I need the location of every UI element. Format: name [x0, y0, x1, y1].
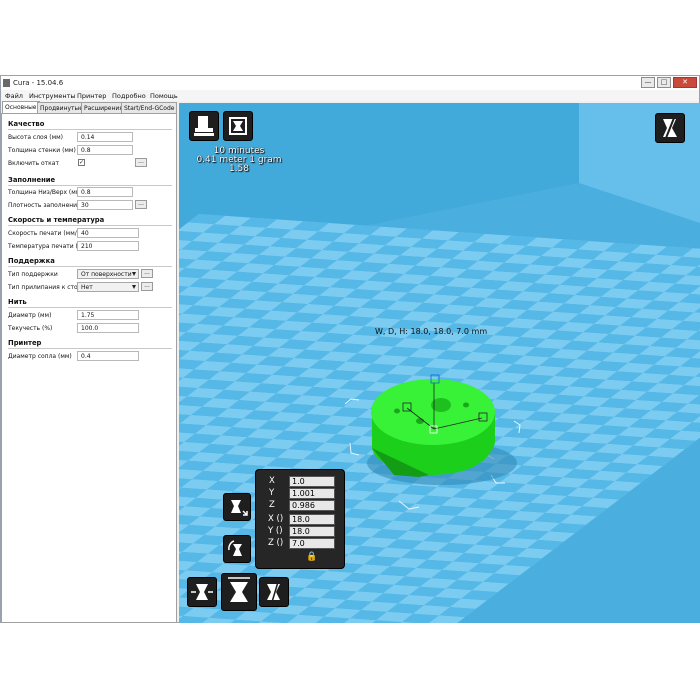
view-mode-button[interactable] [655, 113, 685, 143]
support-type-select[interactable]: От поверхности [77, 269, 139, 279]
chevron-down-icon [132, 272, 136, 276]
print-button[interactable] [223, 111, 253, 141]
scale-panel: X 1.0 Y 1.001 Z 0.986 X () 18.0 Y () 18.… [255, 469, 345, 569]
object-view-icon [228, 577, 250, 602]
mirror-tool-icon [191, 584, 213, 600]
size-x-label: X () [268, 514, 284, 524]
menu-bar: Файл Инструменты Принтер Подробно Помощь [1, 90, 699, 101]
fill-settings-button[interactable]: ... [135, 200, 147, 209]
size-z-label: Z () [268, 538, 284, 548]
3d-viewport[interactable]: 10 minutes 0.41 meter 1 gram 1.58 W, D, … [179, 103, 700, 623]
menu-tools[interactable]: Инструменты [29, 92, 76, 100]
model-top [371, 379, 495, 445]
print-speed-label: Скорость печати (мм/с) [8, 230, 83, 237]
menu-help[interactable]: Помощь [150, 92, 178, 100]
size-x-field[interactable]: 18.0 [289, 514, 335, 525]
print-speed-field[interactable]: 40 [77, 228, 139, 238]
adhesion-value: Нет [81, 284, 93, 291]
layer-height-label: Высота слоя (мм) [8, 134, 63, 141]
scale-x-field[interactable]: 1.0 [289, 476, 335, 487]
scale-z-field[interactable]: 0.986 [289, 500, 335, 511]
scale-y-label: Y [269, 488, 275, 498]
section-support-title: Поддержка [8, 257, 55, 265]
divider [8, 348, 172, 349]
layer-view-button[interactable] [259, 577, 289, 607]
menu-printer[interactable]: Принтер [77, 92, 106, 100]
adhesion-select[interactable]: Нет [77, 282, 139, 292]
maximize-button[interactable]: □ [657, 77, 671, 88]
section-machine-title: Принтер [8, 339, 42, 347]
menu-expert[interactable]: Подробно [112, 92, 146, 100]
flow-label: Текучесть (%) [8, 325, 53, 332]
scale-y-field[interactable]: 1.001 [289, 488, 335, 499]
divider [8, 266, 172, 267]
divider [8, 185, 172, 186]
model-dimensions: W, D, H: 18.0, 18.0, 7.0 mm [375, 327, 488, 336]
adhesion-settings-button[interactable]: ... [141, 282, 153, 291]
menu-file[interactable]: Файл [5, 92, 23, 100]
shell-thickness-label: Толщина стенки (мм) [8, 147, 76, 154]
nozzle-field[interactable]: 0.4 [77, 351, 139, 361]
print-icon [229, 117, 247, 135]
layer-view-icon [267, 581, 280, 603]
nozzle-label: Диаметр сопла (мм) [8, 353, 72, 360]
cura-window: Cura - 15.04.6 — □ ✕ Файл Инструменты Пр… [0, 75, 700, 623]
adhesion-label: Тип прилипания к столу [8, 284, 86, 291]
section-filament-title: Нить [8, 298, 27, 306]
retraction-checkbox[interactable]: ✓ [78, 159, 85, 166]
support-type-value: От поверхности [81, 271, 132, 278]
retraction-label: Включить откат [8, 160, 59, 167]
load-model-icon [194, 116, 214, 136]
scale-tool-button[interactable] [223, 493, 251, 521]
title-bar: Cura - 15.04.6 — □ ✕ [1, 76, 699, 90]
fill-density-label: Плотность заполнения [8, 202, 81, 209]
print-cost: 1.58 [228, 164, 250, 174]
scale-tool-icon [231, 500, 248, 516]
section-quality-title: Качество [8, 120, 45, 128]
scale-z-label: Z [269, 500, 275, 510]
flow-field[interactable]: 100.0 [77, 323, 139, 333]
print-temp-field[interactable]: 210 [77, 241, 139, 251]
chevron-down-icon [132, 285, 136, 289]
bottom-top-label: Толщина Низ/Верх (мм) [8, 189, 83, 196]
divider [8, 307, 172, 308]
divider [8, 225, 172, 226]
scale-x-label: X [269, 476, 275, 486]
rotate-tool-icon [228, 540, 242, 556]
retraction-settings-button[interactable]: ... [135, 158, 147, 167]
section-speed-title: Скорость и температура [8, 216, 105, 224]
size-z-field[interactable]: 7.0 [289, 538, 335, 549]
rotate-tool-button[interactable] [223, 535, 251, 563]
mirror-tool-button[interactable] [187, 577, 217, 607]
view-object-button[interactable] [221, 573, 257, 611]
print-temp-label: Температура печати (C) [8, 243, 85, 250]
section-fill-title: Заполнение [8, 176, 56, 184]
lock-icon[interactable]: 🔒 [306, 552, 317, 562]
window-title: Cura - 15.04.6 [13, 79, 64, 87]
support-type-label: Тип поддержки [8, 271, 58, 278]
size-y-label: Y () [268, 526, 283, 536]
minimize-button[interactable]: — [641, 77, 655, 88]
support-settings-button[interactable]: ... [141, 269, 153, 278]
divider [8, 129, 172, 130]
close-button[interactable]: ✕ [673, 77, 697, 88]
diameter-field[interactable]: 1.75 [77, 310, 139, 320]
shell-thickness-field[interactable]: 0.8 [77, 145, 133, 155]
size-y-field[interactable]: 18.0 [289, 526, 335, 537]
settings-panel: Качество Высота слоя (мм) 0.14 Толщина с… [1, 113, 177, 623]
layer-height-field[interactable]: 0.14 [77, 132, 133, 142]
load-model-button[interactable] [189, 111, 219, 141]
fill-density-field[interactable]: 30 [77, 200, 133, 210]
diameter-label: Диаметр (мм) [8, 312, 52, 319]
app-icon [3, 79, 10, 87]
view-mode-icon [663, 117, 677, 139]
bottom-top-field[interactable]: 0.8 [77, 187, 133, 197]
